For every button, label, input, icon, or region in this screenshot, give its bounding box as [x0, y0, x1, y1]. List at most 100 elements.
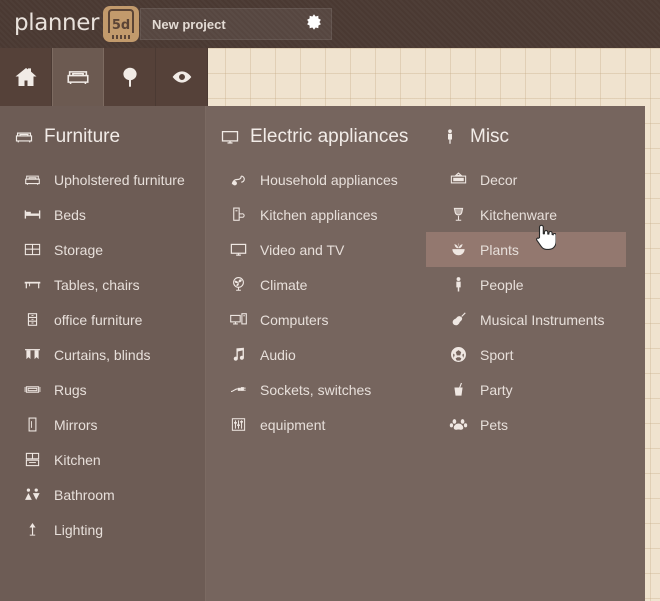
coffeemaker-icon — [228, 205, 248, 224]
list-item-plants[interactable]: Plants — [426, 232, 626, 267]
list-item-label: Storage — [54, 241, 104, 258]
list-item-label: Sport — [480, 346, 514, 363]
person-icon — [448, 275, 468, 294]
project-name-field[interactable]: New project — [140, 8, 332, 40]
list-item-label: Kitchen — [54, 451, 101, 468]
tab-view[interactable] — [156, 48, 208, 106]
column-header-misc[interactable]: Misc — [426, 114, 645, 160]
rug-icon — [22, 380, 42, 399]
list-item-sport[interactable]: Sport — [426, 337, 645, 372]
bathroom-icon — [22, 485, 42, 504]
list-item-kitchen[interactable]: Kitchen — [0, 442, 205, 477]
tab-home[interactable] — [0, 48, 52, 106]
list-item-musical-instruments[interactable]: Musical Instruments — [426, 302, 645, 337]
list-item-climate[interactable]: Climate — [206, 267, 426, 302]
list-item-label: Beds — [54, 206, 86, 223]
fan-icon — [228, 275, 248, 294]
list-item-kitchen-appliances[interactable]: Kitchen appliances — [206, 197, 426, 232]
list-item-label: Pets — [480, 416, 509, 433]
list-item-people[interactable]: People — [426, 267, 645, 302]
furniture-item-list: Upholstered furniture Beds Storage Table… — [0, 162, 205, 547]
table-icon — [22, 275, 42, 294]
bed-icon — [22, 205, 42, 224]
list-item-beds[interactable]: Beds — [0, 197, 205, 232]
list-item-household-appliances[interactable]: Household appliances — [206, 162, 426, 197]
music-note-icon — [228, 345, 248, 364]
equalizer-icon — [228, 415, 248, 434]
list-item-label: office furniture — [54, 311, 143, 328]
list-item-decor[interactable]: Decor — [426, 162, 645, 197]
list-item-computers[interactable]: Computers — [206, 302, 426, 337]
list-item-curtains-blinds[interactable]: Curtains, blinds — [0, 337, 205, 372]
list-item-label: Kitchen appliances — [260, 206, 378, 223]
list-item-lighting[interactable]: Lighting — [0, 512, 205, 547]
list-item-office-furniture[interactable]: office furniture — [0, 302, 205, 337]
catalog-column-misc: Misc Decor Kitchenware Plants People Mus… — [426, 106, 645, 601]
tab-outdoor[interactable] — [104, 48, 156, 106]
list-item-party[interactable]: Party — [426, 372, 645, 407]
eye-icon — [169, 64, 195, 90]
list-item-label: Computers — [260, 311, 329, 328]
column-title: Furniture — [44, 126, 121, 147]
catalog-panel: Furniture Upholstered furniture Beds Sto… — [0, 106, 645, 601]
list-item-label: Rugs — [54, 381, 87, 398]
guitar-icon — [448, 310, 468, 329]
tree-icon — [118, 65, 142, 89]
person-icon — [440, 127, 460, 147]
plant-icon — [448, 240, 468, 259]
soccer-ball-icon — [448, 345, 468, 364]
catalog-column-furniture: Furniture Upholstered furniture Beds Sto… — [0, 106, 206, 601]
house-icon — [14, 65, 38, 89]
list-item-label: Party — [480, 381, 513, 398]
list-item-label: Climate — [260, 276, 308, 293]
list-item-label: Video and TV — [260, 241, 345, 258]
list-item-label: equipment — [260, 416, 326, 433]
logo-wordmark: planner — [14, 9, 100, 36]
list-item-label: Mirrors — [54, 416, 98, 433]
sofa-icon — [14, 127, 34, 147]
list-item-sockets-switches[interactable]: Sockets, switches — [206, 372, 426, 407]
list-item-label: Upholstered furniture — [54, 171, 185, 188]
curtain-icon — [22, 345, 42, 364]
column-header-electric-appliances[interactable]: Electric appliances — [206, 114, 426, 160]
picture-frame-icon — [448, 170, 468, 189]
list-item-rugs[interactable]: Rugs — [0, 372, 205, 407]
list-item-upholstered-furniture[interactable]: Upholstered furniture — [0, 162, 205, 197]
list-item-equipment[interactable]: equipment — [206, 407, 426, 442]
logo-badge-text: 5d — [111, 18, 131, 33]
tab-furniture[interactable] — [52, 48, 104, 106]
list-item-bathroom[interactable]: Bathroom — [0, 477, 205, 512]
list-item-audio[interactable]: Audio — [206, 337, 426, 372]
list-item-storage[interactable]: Storage — [0, 232, 205, 267]
list-item-tables-chairs[interactable]: Tables, chairs — [0, 267, 205, 302]
list-item-label: Bathroom — [54, 486, 115, 503]
list-item-kitchenware[interactable]: Kitchenware — [426, 197, 645, 232]
planner5d-logo[interactable]: planner 5d — [14, 6, 140, 42]
project-name-value: New project — [152, 16, 226, 32]
drink-cup-icon — [448, 380, 468, 399]
monitor-icon — [228, 240, 248, 259]
column-header-furniture[interactable]: Furniture — [0, 114, 205, 160]
sofa-icon — [65, 64, 91, 90]
list-item-label: Sockets, switches — [260, 381, 372, 398]
list-item-label: Plants — [480, 241, 519, 258]
kitchen-cabinet-icon — [22, 450, 42, 469]
paw-icon — [448, 415, 468, 434]
list-item-pets[interactable]: Pets — [426, 407, 645, 442]
list-item-mirrors[interactable]: Mirrors — [0, 407, 205, 442]
shelf-icon — [22, 240, 42, 259]
list-item-label: Decor — [480, 171, 518, 188]
list-item-label: Audio — [260, 346, 296, 363]
misc-item-list: Decor Kitchenware Plants People Musical … — [426, 162, 645, 442]
list-item-label: Lighting — [54, 521, 104, 538]
monitor-icon — [220, 127, 240, 147]
gear-icon[interactable] — [305, 13, 323, 36]
sofa-icon — [22, 170, 42, 189]
computer-icon — [228, 310, 248, 329]
lamp-icon — [22, 520, 42, 539]
logo-house-badge-icon: 5d — [103, 6, 140, 42]
column-title: Misc — [470, 126, 510, 147]
list-item-label: Curtains, blinds — [54, 346, 151, 363]
drawers-icon — [22, 310, 42, 329]
list-item-video-and-tv[interactable]: Video and TV — [206, 232, 426, 267]
